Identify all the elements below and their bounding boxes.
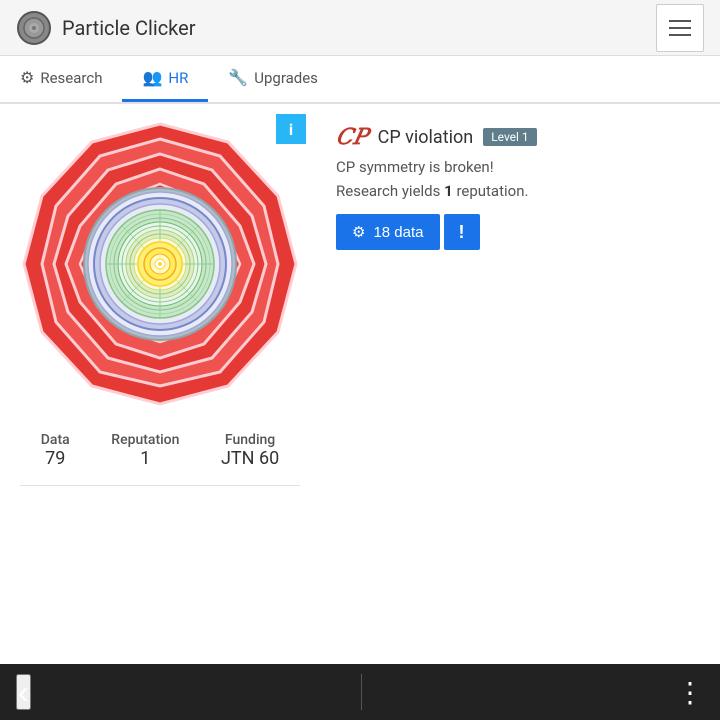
tab-research-label: Research (40, 69, 102, 87)
tab-hr-label: HR (168, 69, 188, 87)
research-action-row: ⚙ 18 data ! (336, 214, 704, 250)
research-tab-icon: ⚙ (20, 68, 34, 87)
tab-bar: ⚙ Research 👥 HR 🔧 Upgrades (0, 56, 720, 104)
menu-button[interactable] (656, 4, 704, 52)
data-button[interactable]: ⚙ 18 data (336, 214, 440, 250)
tab-upgrades[interactable]: 🔧 Upgrades (208, 56, 338, 102)
tab-upgrades-label: Upgrades (254, 69, 318, 87)
main-content: i (0, 104, 720, 664)
stat-data-label: Data (41, 432, 70, 448)
stat-reputation: Reputation 1 (111, 432, 179, 469)
left-panel: i (0, 104, 320, 664)
back-icon: ‹ (18, 676, 29, 708)
stat-funding-value: JTN 60 (221, 448, 279, 469)
stats-row: Data 79 Reputation 1 Funding JTN 60 (10, 432, 310, 469)
research-item-cp-violation: 𝐶𝑃 CP violation Level 1 CP symmetry is b… (336, 124, 704, 250)
upgrades-tab-icon: 🔧 (228, 68, 248, 87)
tab-research[interactable]: ⚙ Research (0, 56, 122, 102)
app-title: Particle Clicker (62, 16, 196, 40)
nav-divider (361, 674, 362, 710)
right-panel: 𝐶𝑃 CP violation Level 1 CP symmetry is b… (320, 104, 720, 664)
particle-visualization[interactable] (10, 114, 310, 424)
tab-hr[interactable]: 👥 HR (122, 56, 208, 102)
stat-funding-label: Funding (225, 432, 275, 448)
stat-reputation-value: 1 (140, 448, 150, 469)
back-button[interactable]: ‹ (16, 674, 31, 710)
research-item-yield: Research yields 1 reputation. (336, 182, 704, 200)
info-button[interactable]: i (276, 114, 306, 144)
particle-svg (10, 114, 310, 424)
more-button[interactable]: ⋮ (676, 676, 704, 709)
gear-icon: ⚙ (352, 223, 365, 241)
exclaim-button[interactable]: ! (444, 214, 480, 250)
app-header: Particle Clicker (0, 0, 720, 56)
stat-funding: Funding JTN 60 (221, 432, 279, 469)
bottom-nav-bar: ‹ ⋮ (0, 664, 720, 720)
research-item-header: 𝐶𝑃 CP violation Level 1 (336, 124, 704, 150)
data-button-label: 18 data (373, 224, 423, 241)
research-item-description: CP symmetry is broken! (336, 158, 704, 176)
stat-data-value: 79 (45, 448, 65, 469)
level-badge: Level 1 (483, 128, 537, 146)
exclaim-icon: ! (459, 222, 465, 243)
research-item-name: CP violation (378, 127, 474, 148)
yield-text-after: reputation. (453, 182, 529, 200)
stat-data: Data 79 (41, 432, 70, 469)
header-left: Particle Clicker (16, 10, 196, 46)
stat-reputation-label: Reputation (111, 432, 179, 448)
stats-divider (20, 485, 300, 486)
hamburger-icon (669, 20, 691, 36)
app-icon (16, 10, 52, 46)
hr-tab-icon: 👥 (142, 68, 162, 87)
yield-value: 1 (444, 182, 453, 200)
more-icon: ⋮ (676, 677, 704, 708)
yield-text-before: Research yields (336, 182, 444, 200)
cp-violation-icon: 𝐶𝑃 (336, 124, 368, 150)
